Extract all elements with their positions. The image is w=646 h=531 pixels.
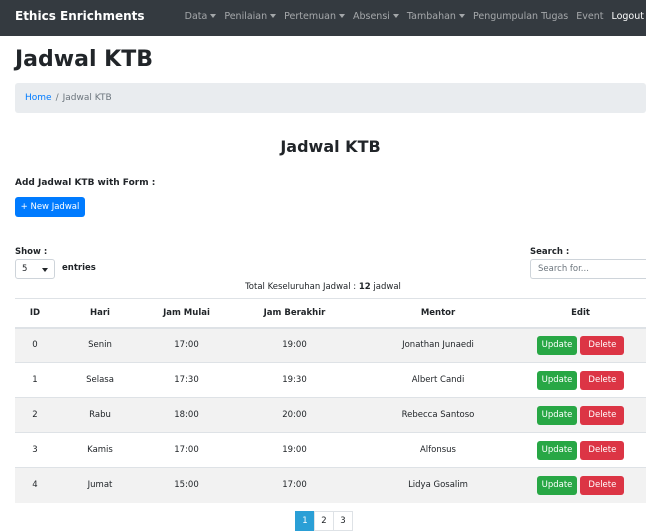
delete-button[interactable]: Delete (580, 335, 625, 355)
chevron-down-icon (458, 14, 465, 18)
cell-jam-mulai: 17:00 (145, 327, 228, 363)
cell-mentor: Lidya Gosalim (361, 467, 515, 503)
header-jam-berakhir: Jam Berakhir (228, 298, 361, 329)
search-label: Search : (530, 247, 570, 257)
total-count: 12 (358, 282, 371, 292)
header-hari: Hari (55, 298, 145, 329)
cell-edit: Update Delete (515, 467, 646, 503)
cell-mentor: Rebecca Santoso (361, 397, 515, 433)
cell-jam-berakhir: 19:30 (228, 362, 361, 398)
chevron-down-icon (392, 14, 399, 18)
cell-jam-mulai: 17:30 (145, 362, 228, 398)
breadcrumb-home-link[interactable]: Home (25, 93, 52, 103)
cell-mentor: Albert Candi (361, 362, 515, 398)
page-title: Jadwal KTB (15, 47, 153, 72)
new-jadwal-button[interactable]: + New Jadwal (15, 197, 85, 217)
cell-id: 2 (15, 397, 55, 433)
cell-hari: Senin (55, 327, 145, 363)
cell-id: 1 (15, 362, 55, 398)
update-button[interactable]: Update (536, 440, 578, 460)
cell-mentor: Alfonsus (361, 432, 515, 468)
header-edit: Edit (515, 298, 646, 329)
show-label: Show : (15, 247, 48, 257)
header-mentor: Mentor (361, 298, 515, 329)
nav-item-data[interactable]: Data (185, 11, 217, 22)
nav-item-absensi[interactable]: Absensi (353, 11, 399, 22)
section-title: Jadwal KTB (280, 137, 381, 156)
cell-jam-berakhir: 20:00 (228, 397, 361, 433)
cell-jam-mulai: 17:00 (145, 432, 228, 468)
cell-mentor: Jonathan Junaedi (361, 327, 515, 363)
total-suffix: jadwal (370, 282, 401, 292)
table-row: 0 Senin 17:00 19:00 Jonathan Junaedi Upd… (15, 327, 646, 363)
total-jadwal-text: Total Keseluruhan Jadwal : 12 jadwal (0, 282, 646, 292)
cell-hari: Selasa (55, 362, 145, 398)
delete-button[interactable]: Delete (580, 475, 625, 495)
cell-hari: Kamis (55, 432, 145, 468)
page-1-button[interactable]: 1 (295, 511, 315, 531)
nav-item-pertemuan[interactable]: Pertemuan (284, 11, 345, 22)
cell-edit: Update Delete (515, 397, 646, 433)
chevron-down-icon (210, 14, 217, 18)
navbar-brand[interactable]: Ethics Enrichments (15, 9, 145, 23)
cell-edit: Update Delete (515, 432, 646, 468)
cell-jam-berakhir: 17:00 (228, 467, 361, 503)
chevron-down-icon (42, 268, 48, 272)
cell-jam-mulai: 15:00 (145, 467, 228, 503)
delete-button[interactable]: Delete (580, 370, 625, 390)
breadcrumb-current: Jadwal KTB (62, 93, 112, 103)
entries-select-value: 5 (22, 264, 28, 274)
table-row: 1 Selasa 17:30 19:30 Albert Candi Update… (15, 362, 646, 398)
navbar-menu: Data Penilaian Pertemuan Absensi Tambaha… (185, 11, 644, 22)
table-row: 4 Jumat 15:00 17:00 Lidya Gosalim Update… (15, 467, 646, 503)
nav-item-logout[interactable]: Logout (611, 11, 644, 22)
update-button[interactable]: Update (536, 405, 578, 425)
nav-item-tambahan[interactable]: Tambahan (407, 11, 465, 22)
breadcrumb-separator: / (55, 93, 59, 103)
table-row: 3 Kamis 17:00 19:00 Alfonsus Update Delet… (15, 432, 646, 468)
delete-button[interactable]: Delete (580, 405, 625, 425)
page-2-button[interactable]: 2 (314, 511, 334, 531)
pagination: 1 2 3 (295, 511, 353, 531)
navbar: Ethics Enrichments Data Penilaian Pertem… (0, 0, 646, 36)
cell-hari: Rabu (55, 397, 145, 433)
table-row: 2 Rabu 18:00 20:00 Rebecca Santoso Updat… (15, 397, 646, 433)
update-button[interactable]: Update (536, 475, 578, 495)
total-prefix: Total Keseluruhan Jadwal : (245, 282, 359, 292)
nav-item-event[interactable]: Event (576, 11, 603, 22)
search-input[interactable] (530, 259, 646, 279)
page-3-button[interactable]: 3 (333, 511, 353, 531)
entries-label: entries (62, 263, 96, 273)
cell-jam-berakhir: 19:00 (228, 432, 361, 468)
cell-jam-mulai: 18:00 (145, 397, 228, 433)
table-header-row: ID Hari Jam Mulai Jam Berakhir Mentor Ed… (15, 298, 646, 329)
cell-jam-berakhir: 19:00 (228, 327, 361, 363)
entries-select[interactable]: 5 (15, 259, 55, 279)
cell-id: 0 (15, 327, 55, 363)
chevron-down-icon (338, 14, 345, 18)
nav-item-penilaian[interactable]: Penilaian (224, 11, 277, 22)
nav-item-pengumpulan-tugas[interactable]: Pengumpulan Tugas (473, 11, 568, 22)
add-form-label: Add Jadwal KTB with Form : (15, 178, 156, 188)
cell-id: 4 (15, 467, 55, 503)
header-id: ID (15, 298, 55, 329)
update-button[interactable]: Update (536, 370, 578, 390)
update-button[interactable]: Update (536, 335, 578, 355)
cell-edit: Update Delete (515, 327, 646, 363)
breadcrumb: Home / Jadwal KTB (15, 83, 646, 113)
cell-hari: Jumat (55, 467, 145, 503)
cell-edit: Update Delete (515, 362, 646, 398)
delete-button[interactable]: Delete (580, 440, 625, 460)
cell-id: 3 (15, 432, 55, 468)
jadwal-table: ID Hari Jam Mulai Jam Berakhir Mentor Ed… (15, 298, 646, 503)
header-jam-mulai: Jam Mulai (145, 298, 228, 329)
chevron-down-icon (270, 14, 277, 18)
